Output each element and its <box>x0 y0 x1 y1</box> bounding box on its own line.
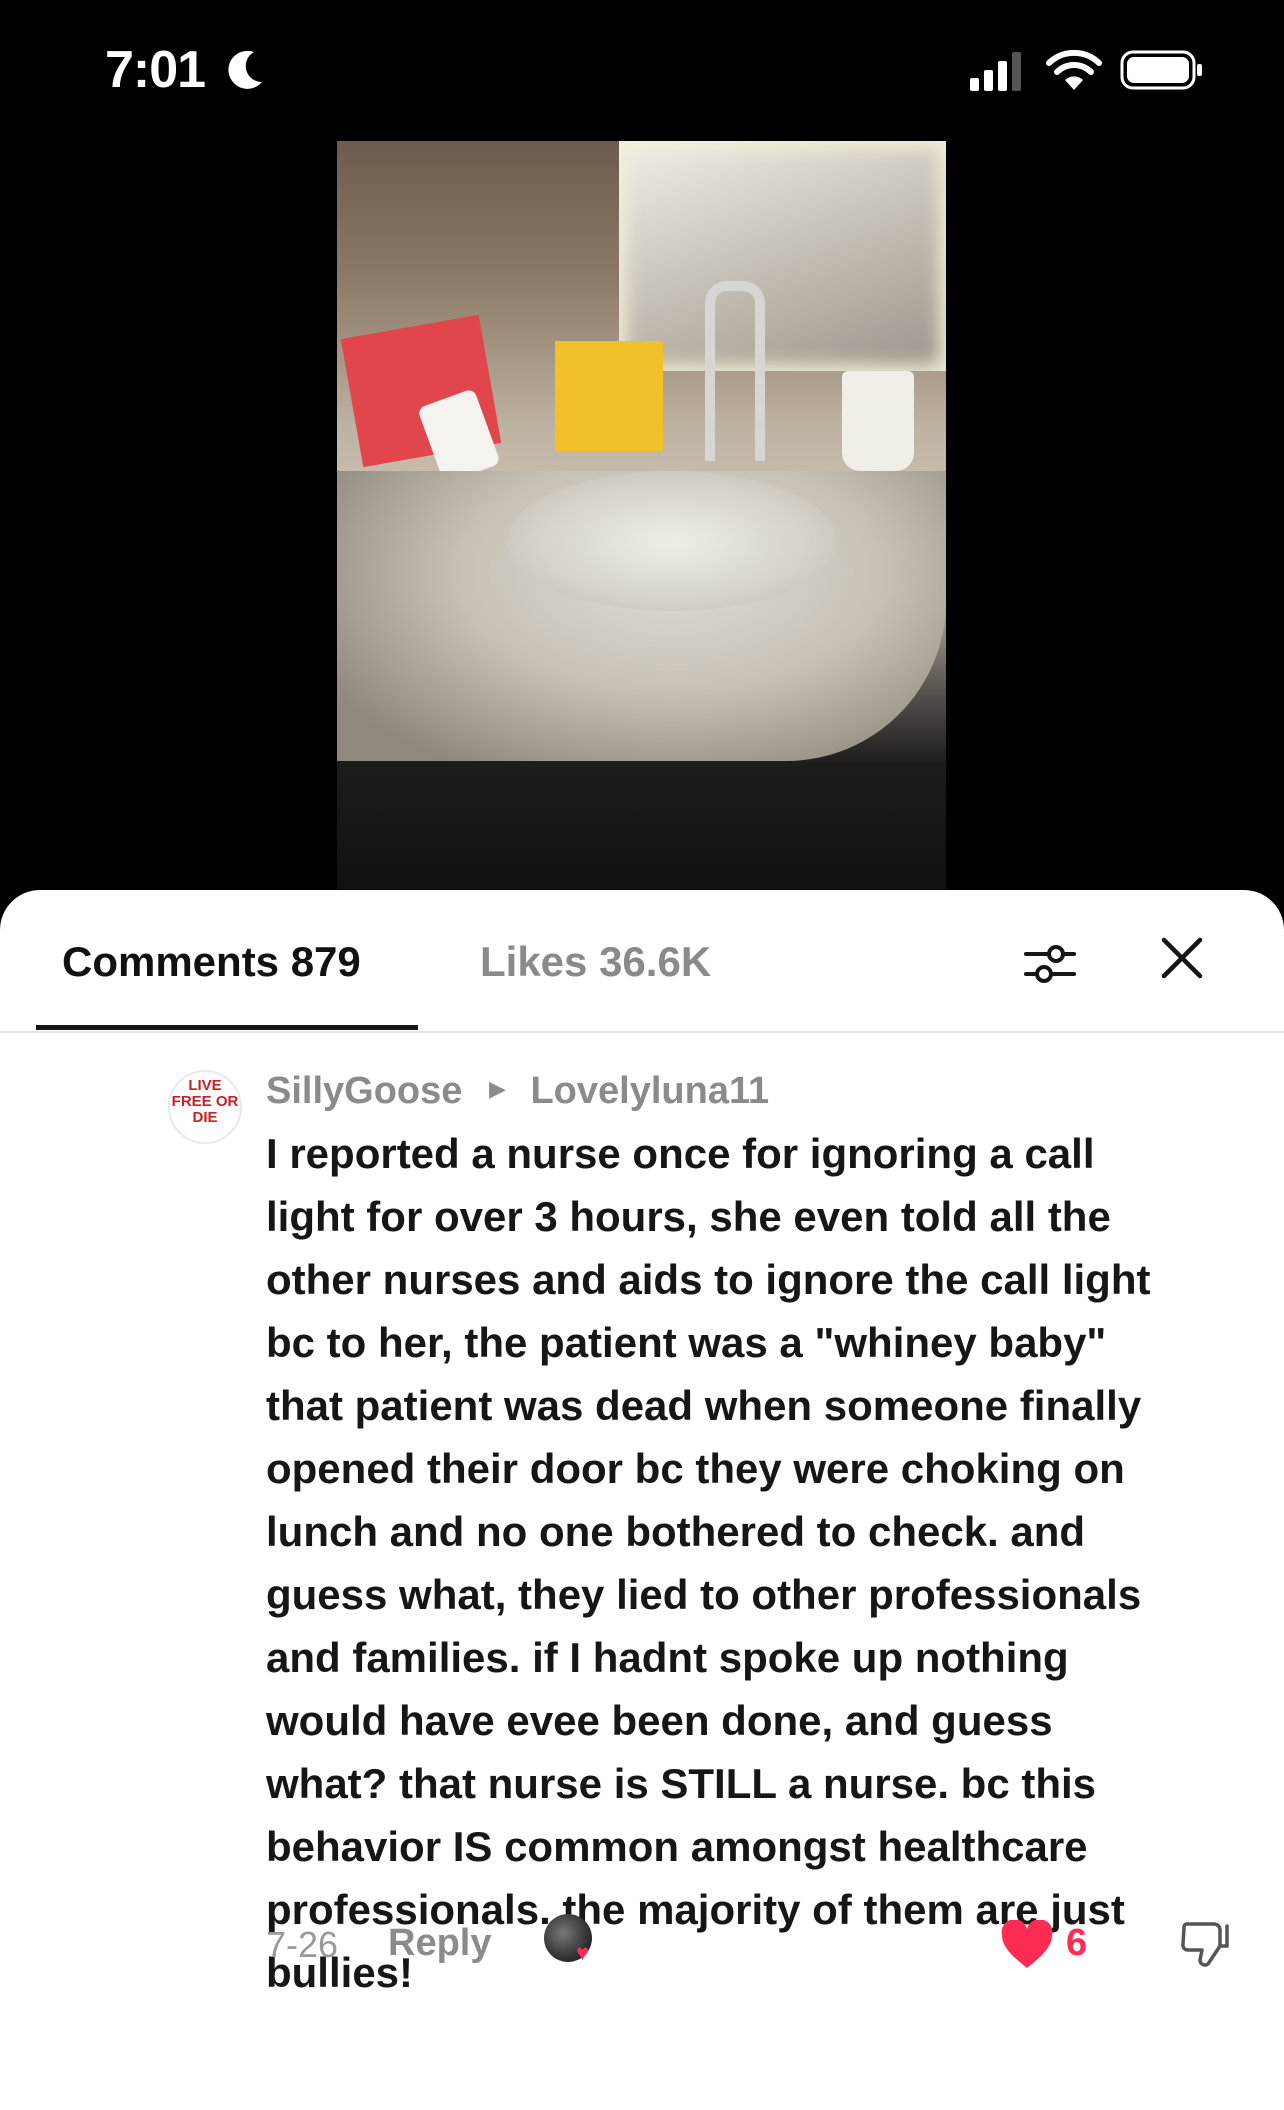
close-icon[interactable] <box>1160 936 1204 980</box>
tab-comments[interactable]: Comments 879 <box>62 938 361 986</box>
tab-bar: Comments 879 Likes 36.6K <box>0 890 1284 1032</box>
dislike-icon[interactable] <box>1178 1918 1230 1970</box>
avatar-logo-text: LIVE FREE OR DIE <box>171 1077 239 1126</box>
creator-heart-icon: ♥ <box>576 1940 590 1965</box>
reply-to-username[interactable]: Lovelyluna11 <box>530 1070 769 1112</box>
comment-date: 7-26 <box>266 1924 339 1965</box>
comments-sheet: Comments 879 Likes 36.6K LIVE FREE OR DI… <box>0 890 1284 2110</box>
comment-line: opened their door bc they were choking o… <box>266 1445 1125 1492</box>
moon-icon <box>228 50 262 89</box>
comment-line: bc to her, the patient was a "whiney bab… <box>266 1319 1107 1366</box>
comment-username[interactable]: SillyGoose <box>266 1070 462 1112</box>
status-bar: 7:01 <box>0 0 1284 140</box>
cellular-signal-icon <box>970 52 1021 91</box>
comment-line: and families. if I hadnt spoke up nothin… <box>266 1634 1069 1681</box>
comment-line: that patient was dead when someone final… <box>266 1382 1142 1429</box>
yellow-box <box>555 341 663 451</box>
comment-meta: 7-26 Reply ♥ 6 <box>266 1914 1229 1978</box>
video-preview[interactable] <box>337 141 946 901</box>
comment-line: would have evee been done, and guess <box>266 1697 1053 1744</box>
active-tab-indicator <box>36 1025 418 1030</box>
comment-text: I reported a nurse once for ignoring a c… <box>266 1122 1246 2004</box>
tab-likes[interactable]: Likes 36.6K <box>480 938 711 986</box>
status-time: 7:01 <box>105 41 206 99</box>
faucet <box>705 281 765 461</box>
comment-line: what? that nurse is STILL a nurse. bc th… <box>266 1760 1097 1807</box>
reply-arrow-icon: ▶ <box>488 1075 506 1101</box>
mirror-light <box>619 141 946 371</box>
comment-line: lunch and no one bothered to check. and <box>266 1508 1086 1555</box>
wifi-icon <box>1046 50 1102 90</box>
comment-line: I reported a nurse once for ignoring a c… <box>266 1130 1095 1177</box>
foam-cup <box>842 371 914 471</box>
comment-header: SillyGoose ▶ Lovelyluna11 <box>266 1070 769 1113</box>
like-count: 6 <box>1066 1922 1088 1964</box>
avatar[interactable]: LIVE FREE OR DIE <box>168 1070 242 1144</box>
battery-icon <box>1120 50 1202 90</box>
comment-line: behavior IS common amongst healthcare <box>266 1823 1088 1870</box>
comment-line: other nurses and aids to ignore the call… <box>266 1256 1151 1303</box>
water-pool <box>507 471 837 611</box>
comment-line: light for over 3 hours, she even told al… <box>266 1193 1111 1240</box>
comment-line: guess what, they lied to other professio… <box>266 1571 1142 1618</box>
like-heart-icon[interactable] <box>1000 1920 1054 1970</box>
reply-button[interactable]: Reply <box>388 1922 491 1965</box>
filter-icon[interactable] <box>1020 934 1080 994</box>
tabs-divider <box>0 1031 1284 1033</box>
